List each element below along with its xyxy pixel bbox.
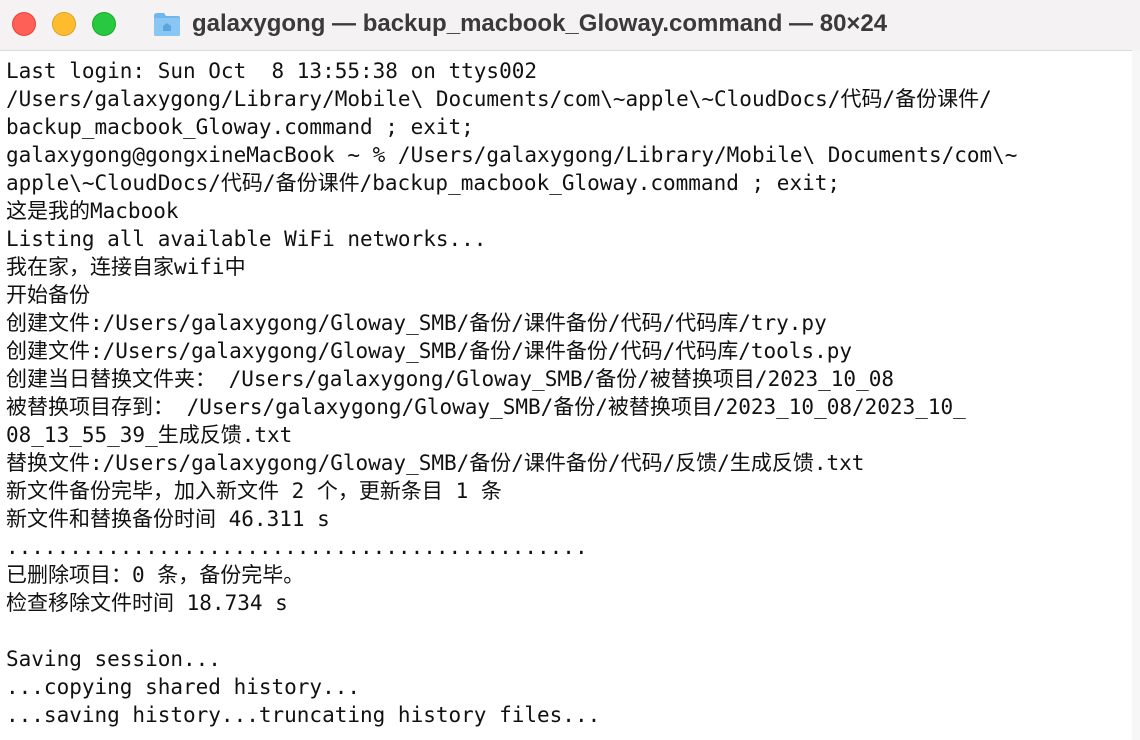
terminal-line: 新文件和替换备份时间 46.311 s bbox=[6, 507, 330, 531]
terminal-line: 新文件备份完毕，加入新文件 2 个，更新条目 1 条 bbox=[6, 479, 502, 503]
terminal-line: 被替换项目存到： /Users/galaxygong/Gloway_SMB/备份… bbox=[6, 395, 966, 419]
terminal-line: 创建文件:/Users/galaxygong/Gloway_SMB/备份/课件备… bbox=[6, 339, 853, 363]
terminal-line: ...saving history...truncating history f… bbox=[6, 703, 601, 727]
terminal-window: galaxygong — backup_macbook_Gloway.comma… bbox=[0, 0, 1140, 740]
terminal-output[interactable]: Last login: Sun Oct 8 13:55:38 on ttys00… bbox=[6, 57, 1132, 740]
terminal-line: 开始备份 bbox=[6, 283, 90, 307]
terminal-line: Saving session... bbox=[6, 647, 221, 671]
terminal-line: galaxygong@gongxineMacBook ~ % /Users/ga… bbox=[6, 143, 1018, 167]
terminal-line: ...copying shared history... bbox=[6, 675, 361, 699]
terminal-line: backup_macbook_Gloway.command ; exit; bbox=[6, 115, 474, 139]
terminal-line: 替换文件:/Users/galaxygong/Gloway_SMB/备份/课件备… bbox=[6, 451, 865, 475]
terminal-line: 我在家，连接自家wifi中 bbox=[6, 255, 246, 279]
scrollbar[interactable] bbox=[1132, 50, 1140, 740]
window-title-container: galaxygong — backup_macbook_Gloway.comma… bbox=[152, 0, 887, 48]
window-title: galaxygong — backup_macbook_Gloway.comma… bbox=[192, 10, 888, 37]
terminal-line: /Users/galaxygong/Library/Mobile\ Docume… bbox=[6, 87, 992, 111]
terminal-line: Listing all available WiFi networks... bbox=[6, 227, 487, 251]
terminal-line: Last login: Sun Oct 8 13:55:38 on ttys00… bbox=[6, 59, 538, 83]
terminal-line: 已删除项目：0 条，备份完毕。 bbox=[6, 563, 305, 587]
terminal-line: 创建当日替换文件夹： /Users/galaxygong/Gloway_SMB/… bbox=[6, 367, 895, 391]
minimize-button[interactable] bbox=[52, 12, 76, 36]
close-button[interactable] bbox=[12, 12, 36, 36]
folder-icon bbox=[152, 10, 182, 38]
terminal-line: 创建文件:/Users/galaxygong/Gloway_SMB/备份/课件备… bbox=[6, 311, 827, 335]
title-bar[interactable]: galaxygong — backup_macbook_Gloway.comma… bbox=[0, 0, 1140, 51]
terminal-line: 08_13_55_39_生成反馈.txt bbox=[6, 423, 293, 447]
zoom-button[interactable] bbox=[92, 12, 116, 36]
terminal-line: apple\~CloudDocs/代码/备份课件/backup_macbook_… bbox=[6, 171, 841, 195]
terminal-line: 检查移除文件时间 18.734 s bbox=[6, 591, 288, 615]
terminal-line: 这是我的Macbook bbox=[6, 199, 179, 223]
terminal-line: ........................................… bbox=[6, 535, 588, 559]
